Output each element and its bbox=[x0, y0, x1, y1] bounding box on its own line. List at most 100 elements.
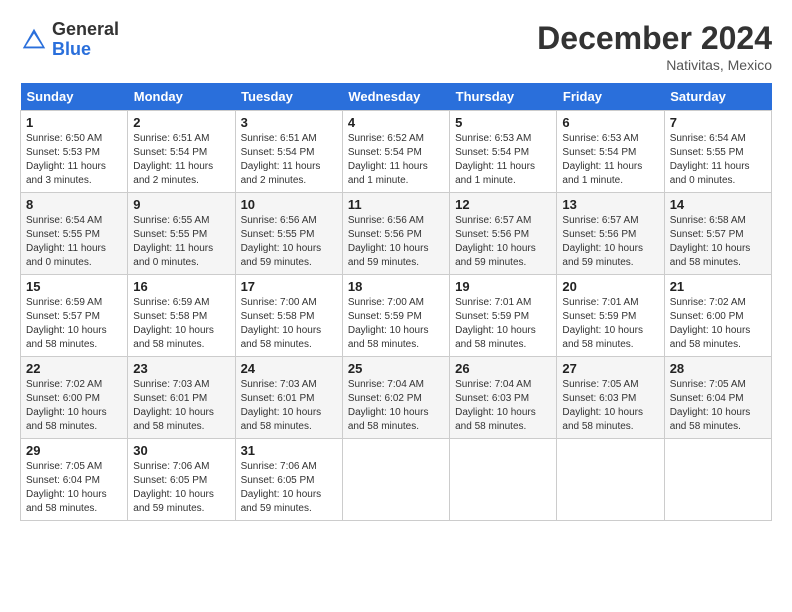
day-info: Sunrise: 7:05 AM Sunset: 6:04 PM Dayligh… bbox=[26, 460, 122, 516]
calendar-week-row: 22 Sunrise: 7:02 AM Sunset: 6:00 PM Dayli… bbox=[21, 357, 772, 439]
calendar-day-cell: 19Sunrise: 7:01 AM Sunset: 5:59 PM Dayli… bbox=[450, 275, 557, 357]
calendar-day-cell: 25Sunrise: 7:04 AM Sunset: 6:02 PM Dayli… bbox=[342, 357, 449, 439]
day-number: 15 bbox=[26, 279, 122, 294]
day-number: 10 bbox=[241, 197, 337, 212]
day-number: 25 bbox=[348, 361, 444, 376]
title-block: December 2024 Nativitas, Mexico bbox=[537, 20, 772, 73]
day-info: Sunrise: 6:54 AM Sunset: 5:55 PM Dayligh… bbox=[670, 132, 766, 188]
day-info: Sunrise: 7:06 AM Sunset: 6:05 PM Dayligh… bbox=[133, 460, 229, 516]
calendar-week-row: 29 Sunrise: 7:05 AM Sunset: 6:04 PM Dayli… bbox=[21, 439, 772, 521]
calendar-day-cell bbox=[450, 439, 557, 521]
day-number: 23 bbox=[133, 361, 229, 376]
calendar-day-cell: 16 Sunrise: 6:59 AM Sunset: 5:58 PM Dayli… bbox=[128, 275, 235, 357]
col-monday: Monday bbox=[128, 83, 235, 111]
logo-icon bbox=[20, 26, 48, 54]
logo-text: General Blue bbox=[52, 20, 119, 60]
calendar-day-cell: 17Sunrise: 7:00 AM Sunset: 5:58 PM Dayli… bbox=[235, 275, 342, 357]
day-info: Sunrise: 7:01 AM Sunset: 5:59 PM Dayligh… bbox=[562, 296, 658, 352]
day-number: 21 bbox=[670, 279, 766, 294]
calendar-week-row: 8 Sunrise: 6:54 AM Sunset: 5:55 PM Daylig… bbox=[21, 193, 772, 275]
col-thursday: Thursday bbox=[450, 83, 557, 111]
calendar-day-cell: 8 Sunrise: 6:54 AM Sunset: 5:55 PM Daylig… bbox=[21, 193, 128, 275]
day-info: Sunrise: 6:53 AM Sunset: 5:54 PM Dayligh… bbox=[562, 132, 658, 188]
calendar-day-cell: 27 Sunrise: 7:05 AM Sunset: 6:03 PM Dayli… bbox=[557, 357, 664, 439]
day-info: Sunrise: 6:51 AM Sunset: 5:54 PM Dayligh… bbox=[133, 132, 229, 188]
day-number: 18 bbox=[348, 279, 444, 294]
day-number: 28 bbox=[670, 361, 766, 376]
day-info: Sunrise: 7:01 AM Sunset: 5:59 PM Dayligh… bbox=[455, 296, 551, 352]
day-info: Sunrise: 6:57 AM Sunset: 5:56 PM Dayligh… bbox=[455, 214, 551, 270]
day-number: 13 bbox=[562, 197, 658, 212]
calendar-day-cell bbox=[342, 439, 449, 521]
day-number: 6 bbox=[562, 115, 658, 130]
day-info: Sunrise: 6:59 AM Sunset: 5:58 PM Dayligh… bbox=[133, 296, 229, 352]
col-saturday: Saturday bbox=[664, 83, 771, 111]
day-info: Sunrise: 6:51 AM Sunset: 5:54 PM Dayligh… bbox=[241, 132, 337, 188]
calendar-day-cell: 21 Sunrise: 7:02 AM Sunset: 6:00 PM Dayli… bbox=[664, 275, 771, 357]
day-info: Sunrise: 7:00 AM Sunset: 5:59 PM Dayligh… bbox=[348, 296, 444, 352]
calendar-week-row: 15 Sunrise: 6:59 AM Sunset: 5:57 PM Dayli… bbox=[21, 275, 772, 357]
calendar-day-cell: 2Sunrise: 6:51 AM Sunset: 5:54 PM Daylig… bbox=[128, 111, 235, 193]
day-info: Sunrise: 7:03 AM Sunset: 6:01 PM Dayligh… bbox=[133, 378, 229, 434]
calendar-day-cell bbox=[664, 439, 771, 521]
day-info: Sunrise: 7:05 AM Sunset: 6:03 PM Dayligh… bbox=[562, 378, 658, 434]
calendar-day-cell: 11 Sunrise: 6:56 AM Sunset: 5:56 PM Dayli… bbox=[342, 193, 449, 275]
day-number: 11 bbox=[348, 197, 444, 212]
calendar-day-cell: 26Sunrise: 7:04 AM Sunset: 6:03 PM Dayli… bbox=[450, 357, 557, 439]
day-info: Sunrise: 6:53 AM Sunset: 5:54 PM Dayligh… bbox=[455, 132, 551, 188]
day-info: Sunrise: 6:58 AM Sunset: 5:57 PM Dayligh… bbox=[670, 214, 766, 270]
day-number: 12 bbox=[455, 197, 551, 212]
calendar-day-cell bbox=[557, 439, 664, 521]
calendar-day-cell: 12 Sunrise: 6:57 AM Sunset: 5:56 PM Dayli… bbox=[450, 193, 557, 275]
calendar-day-cell: 24 Sunrise: 7:03 AM Sunset: 6:01 PM Dayli… bbox=[235, 357, 342, 439]
calendar-day-cell: 13 Sunrise: 6:57 AM Sunset: 5:56 PM Dayli… bbox=[557, 193, 664, 275]
day-number: 5 bbox=[455, 115, 551, 130]
day-info: Sunrise: 6:56 AM Sunset: 5:55 PM Dayligh… bbox=[241, 214, 337, 270]
calendar-day-cell: 30 Sunrise: 7:06 AM Sunset: 6:05 PM Dayli… bbox=[128, 439, 235, 521]
calendar-day-cell: 23 Sunrise: 7:03 AM Sunset: 6:01 PM Dayli… bbox=[128, 357, 235, 439]
day-info: Sunrise: 7:06 AM Sunset: 6:05 PM Dayligh… bbox=[241, 460, 337, 516]
day-info: Sunrise: 7:03 AM Sunset: 6:01 PM Dayligh… bbox=[241, 378, 337, 434]
calendar-header-row: Sunday Monday Tuesday Wednesday Thursday… bbox=[21, 83, 772, 111]
day-info: Sunrise: 6:59 AM Sunset: 5:57 PM Dayligh… bbox=[26, 296, 122, 352]
month-title: December 2024 bbox=[537, 20, 772, 57]
day-info: Sunrise: 6:54 AM Sunset: 5:55 PM Dayligh… bbox=[26, 214, 122, 270]
day-info: Sunrise: 7:00 AM Sunset: 5:58 PM Dayligh… bbox=[241, 296, 337, 352]
day-info: Sunrise: 7:02 AM Sunset: 6:00 PM Dayligh… bbox=[670, 296, 766, 352]
calendar-day-cell: 20 Sunrise: 7:01 AM Sunset: 5:59 PM Dayli… bbox=[557, 275, 664, 357]
day-number: 27 bbox=[562, 361, 658, 376]
day-info: Sunrise: 7:04 AM Sunset: 6:03 PM Dayligh… bbox=[455, 378, 551, 434]
day-info: Sunrise: 6:57 AM Sunset: 5:56 PM Dayligh… bbox=[562, 214, 658, 270]
day-number: 24 bbox=[241, 361, 337, 376]
day-number: 20 bbox=[562, 279, 658, 294]
day-info: Sunrise: 6:56 AM Sunset: 5:56 PM Dayligh… bbox=[348, 214, 444, 270]
calendar-day-cell: 4 Sunrise: 6:52 AM Sunset: 5:54 PM Daylig… bbox=[342, 111, 449, 193]
day-number: 31 bbox=[241, 443, 337, 458]
day-number: 29 bbox=[26, 443, 122, 458]
day-number: 7 bbox=[670, 115, 766, 130]
calendar-day-cell: 15 Sunrise: 6:59 AM Sunset: 5:57 PM Dayli… bbox=[21, 275, 128, 357]
calendar-day-cell: 29 Sunrise: 7:05 AM Sunset: 6:04 PM Dayli… bbox=[21, 439, 128, 521]
day-number: 22 bbox=[26, 361, 122, 376]
day-number: 14 bbox=[670, 197, 766, 212]
page-header: General Blue December 2024 Nativitas, Me… bbox=[20, 20, 772, 73]
col-sunday: Sunday bbox=[21, 83, 128, 111]
calendar-day-cell: 18 Sunrise: 7:00 AM Sunset: 5:59 PM Dayli… bbox=[342, 275, 449, 357]
day-number: 8 bbox=[26, 197, 122, 212]
day-info: Sunrise: 6:52 AM Sunset: 5:54 PM Dayligh… bbox=[348, 132, 444, 188]
col-wednesday: Wednesday bbox=[342, 83, 449, 111]
calendar-day-cell: 7 Sunrise: 6:54 AM Sunset: 5:55 PM Daylig… bbox=[664, 111, 771, 193]
calendar-week-row: 1 Sunrise: 6:50 AM Sunset: 5:53 PM Daylig… bbox=[21, 111, 772, 193]
calendar-day-cell: 22 Sunrise: 7:02 AM Sunset: 6:00 PM Dayli… bbox=[21, 357, 128, 439]
day-number: 1 bbox=[26, 115, 122, 130]
day-number: 30 bbox=[133, 443, 229, 458]
day-info: Sunrise: 7:02 AM Sunset: 6:00 PM Dayligh… bbox=[26, 378, 122, 434]
day-info: Sunrise: 6:50 AM Sunset: 5:53 PM Dayligh… bbox=[26, 132, 122, 188]
calendar-day-cell: 28Sunrise: 7:05 AM Sunset: 6:04 PM Dayli… bbox=[664, 357, 771, 439]
day-number: 16 bbox=[133, 279, 229, 294]
day-number: 9 bbox=[133, 197, 229, 212]
calendar-day-cell: 5 Sunrise: 6:53 AM Sunset: 5:54 PM Daylig… bbox=[450, 111, 557, 193]
calendar-day-cell: 6 Sunrise: 6:53 AM Sunset: 5:54 PM Daylig… bbox=[557, 111, 664, 193]
day-info: Sunrise: 6:55 AM Sunset: 5:55 PM Dayligh… bbox=[133, 214, 229, 270]
day-number: 4 bbox=[348, 115, 444, 130]
